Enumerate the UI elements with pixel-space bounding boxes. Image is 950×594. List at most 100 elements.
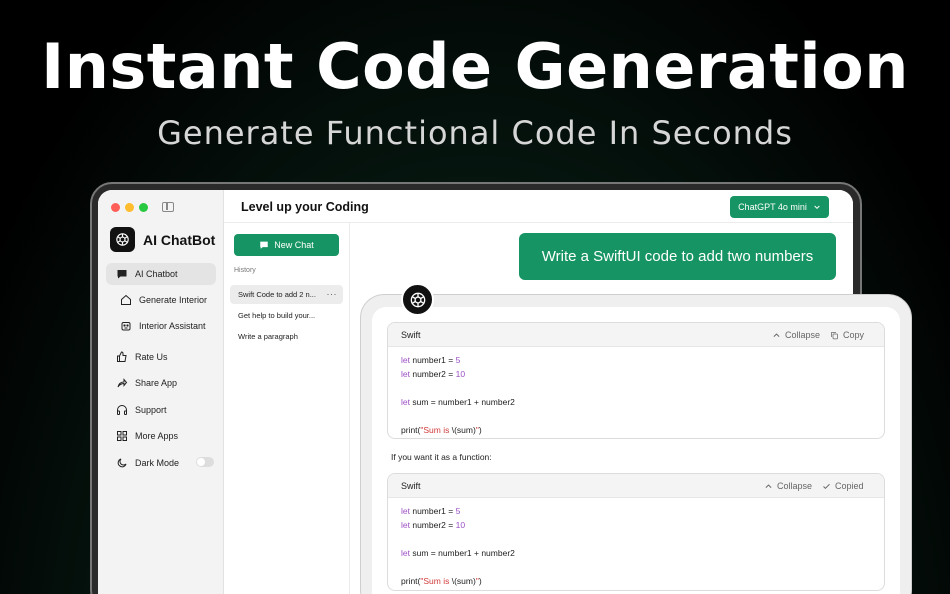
- code-line: let number1 = 5: [401, 504, 871, 518]
- minimize-window-button[interactable]: [125, 203, 134, 212]
- grid-icon: [117, 431, 127, 441]
- brand: AI ChatBot: [110, 227, 215, 252]
- chevron-up-icon: [765, 483, 772, 488]
- history-item[interactable]: Get help to build your...: [230, 306, 343, 325]
- new-chat-icon: [260, 241, 268, 249]
- close-window-button[interactable]: [111, 203, 120, 212]
- brand-name: AI ChatBot: [143, 231, 216, 248]
- code-keyword: let: [401, 397, 410, 407]
- code-content: let number1 = 5 let number2 = 10 let sum…: [388, 347, 884, 438]
- sidebar-item-label: Generate Interior: [139, 295, 208, 305]
- code-text: sum = number1 + number2: [409, 397, 515, 407]
- code-language: Swift: [401, 330, 421, 340]
- collapse-label: Collapse: [777, 481, 813, 491]
- code-text: number1 =: [409, 355, 456, 365]
- code-line: let number2 = 10: [401, 518, 871, 532]
- hero-title: Instant Code Generation: [41, 30, 909, 103]
- code-text: number2 =: [409, 520, 456, 530]
- collapse-label: Collapse: [785, 330, 821, 340]
- code-language: Swift: [401, 481, 421, 491]
- sidebar-item-share-app[interactable]: Share App: [106, 372, 216, 394]
- copy-button[interactable]: Copy: [830, 330, 864, 340]
- code-keyword: let: [401, 369, 410, 379]
- copied-button[interactable]: Copied: [822, 481, 864, 491]
- user-prompt-bubble: Write a SwiftUI code to add two numbers: [519, 233, 836, 280]
- model-selector-label: ChatGPT 4o mini: [738, 202, 807, 212]
- history-item[interactable]: Write a paragraph: [230, 327, 343, 346]
- code-block-header: Swift Collapse Copy: [388, 323, 884, 347]
- sidebar-item-ai-chatbot[interactable]: AI Chatbot: [106, 263, 216, 285]
- sidebar-item-generate-interior[interactable]: Generate Interior: [106, 289, 216, 311]
- code-keyword: let: [401, 355, 410, 365]
- code-text: sum = number1 + number2: [409, 548, 515, 558]
- openai-logo-icon: [410, 292, 425, 307]
- collapse-button[interactable]: Collapse: [764, 481, 812, 491]
- home-icon: [121, 294, 131, 305]
- top-bar: Level up your Coding ChatGPT 4o mini: [224, 190, 853, 223]
- zoom-window-button[interactable]: [139, 203, 148, 212]
- sidebar-item-label: Interior Assistant: [139, 321, 206, 331]
- chevron-down-icon: [814, 205, 820, 210]
- code-keyword: let: [401, 506, 410, 516]
- hero-subtitle: Generate Functional Code In Seconds: [157, 114, 793, 152]
- code-line: let sum = number1 + number2: [401, 546, 871, 560]
- code-text: number2 =: [409, 369, 456, 379]
- code-text: print(: [401, 576, 421, 586]
- code-number: 10: [455, 520, 466, 530]
- sidebar-item-label: Support: [135, 405, 167, 415]
- code-line: let sum = number1 + number2: [401, 395, 871, 409]
- sidebar-item-label: Rate Us: [135, 352, 168, 362]
- code-string: "Sum is: [420, 576, 452, 586]
- new-chat-label: New Chat: [274, 240, 314, 250]
- code-line: print("Sum is \(sum)"): [401, 423, 871, 437]
- collapse-button[interactable]: Collapse: [772, 330, 820, 340]
- sidebar-item-support[interactable]: Support: [106, 399, 216, 421]
- history-heading: History: [234, 267, 256, 274]
- chevron-up-icon: [773, 332, 780, 337]
- copy-icon: [831, 331, 838, 339]
- sidebar-item-rate-us[interactable]: Rate Us: [106, 346, 216, 368]
- code-line: print("Sum is \(sum)"): [401, 574, 871, 588]
- sidebar-item-interior-assistant[interactable]: Interior Assistant: [106, 315, 216, 337]
- history-panel: New Chat History Swift Code to add 2 n..…: [224, 223, 350, 594]
- code-content: let number1 = 5 let number2 = 10 let sum…: [388, 498, 884, 590]
- code-block: Swift Collapse Copy let number1 = 5 let …: [387, 322, 885, 439]
- assistant-message-text: If you want it as a function:: [391, 452, 492, 462]
- sidebar-toggle-icon[interactable]: [162, 202, 174, 212]
- sidebar-item-label: Dark Mode: [135, 458, 180, 468]
- more-options-icon[interactable]: ···: [327, 289, 338, 299]
- code-line: let number1 = 5: [401, 353, 871, 367]
- code-string: "Sum is: [420, 425, 452, 435]
- code-text: ): [478, 576, 482, 586]
- copied-label: Copied: [835, 481, 864, 491]
- openai-logo-icon: [110, 227, 135, 252]
- moon-icon: [117, 458, 127, 468]
- headphones-icon: [117, 405, 127, 415]
- history-item[interactable]: Swift Code to add 2 n... ···: [230, 285, 343, 304]
- sidebar-item-label: AI Chatbot: [135, 269, 178, 279]
- code-text: print(: [401, 425, 421, 435]
- code-keyword: let: [401, 548, 410, 558]
- sidebar-item-label: Share App: [135, 378, 178, 388]
- model-selector-button[interactable]: ChatGPT 4o mini: [730, 196, 829, 218]
- code-text: \(sum): [451, 425, 476, 435]
- code-text: number1 =: [409, 506, 456, 516]
- thumbs-up-icon: [117, 351, 127, 362]
- code-number: 10: [455, 369, 466, 379]
- dark-mode-toggle[interactable]: [196, 457, 214, 467]
- copy-label: Copy: [843, 330, 865, 340]
- code-keyword: let: [401, 520, 410, 530]
- checkmark-icon: [823, 483, 830, 489]
- code-block: Swift Collapse Copied let number1 = 5 le…: [387, 473, 885, 591]
- page-title: Level up your Coding: [241, 200, 369, 214]
- chat-bubble-icon: [117, 270, 127, 279]
- sidebar-item-more-apps[interactable]: More Apps: [106, 425, 216, 447]
- sidebar-item-label: More Apps: [135, 431, 179, 441]
- sidebar: AI ChatBot AI Chatbot Generate Interior …: [98, 190, 224, 594]
- code-line: let number2 = 10: [401, 367, 871, 381]
- code-number: 5: [455, 506, 461, 516]
- new-chat-button[interactable]: New Chat: [234, 234, 339, 256]
- history-item-label: Get help to build your...: [238, 311, 316, 320]
- robot-icon: [121, 322, 131, 331]
- code-block-header: Swift Collapse Copied: [388, 474, 884, 498]
